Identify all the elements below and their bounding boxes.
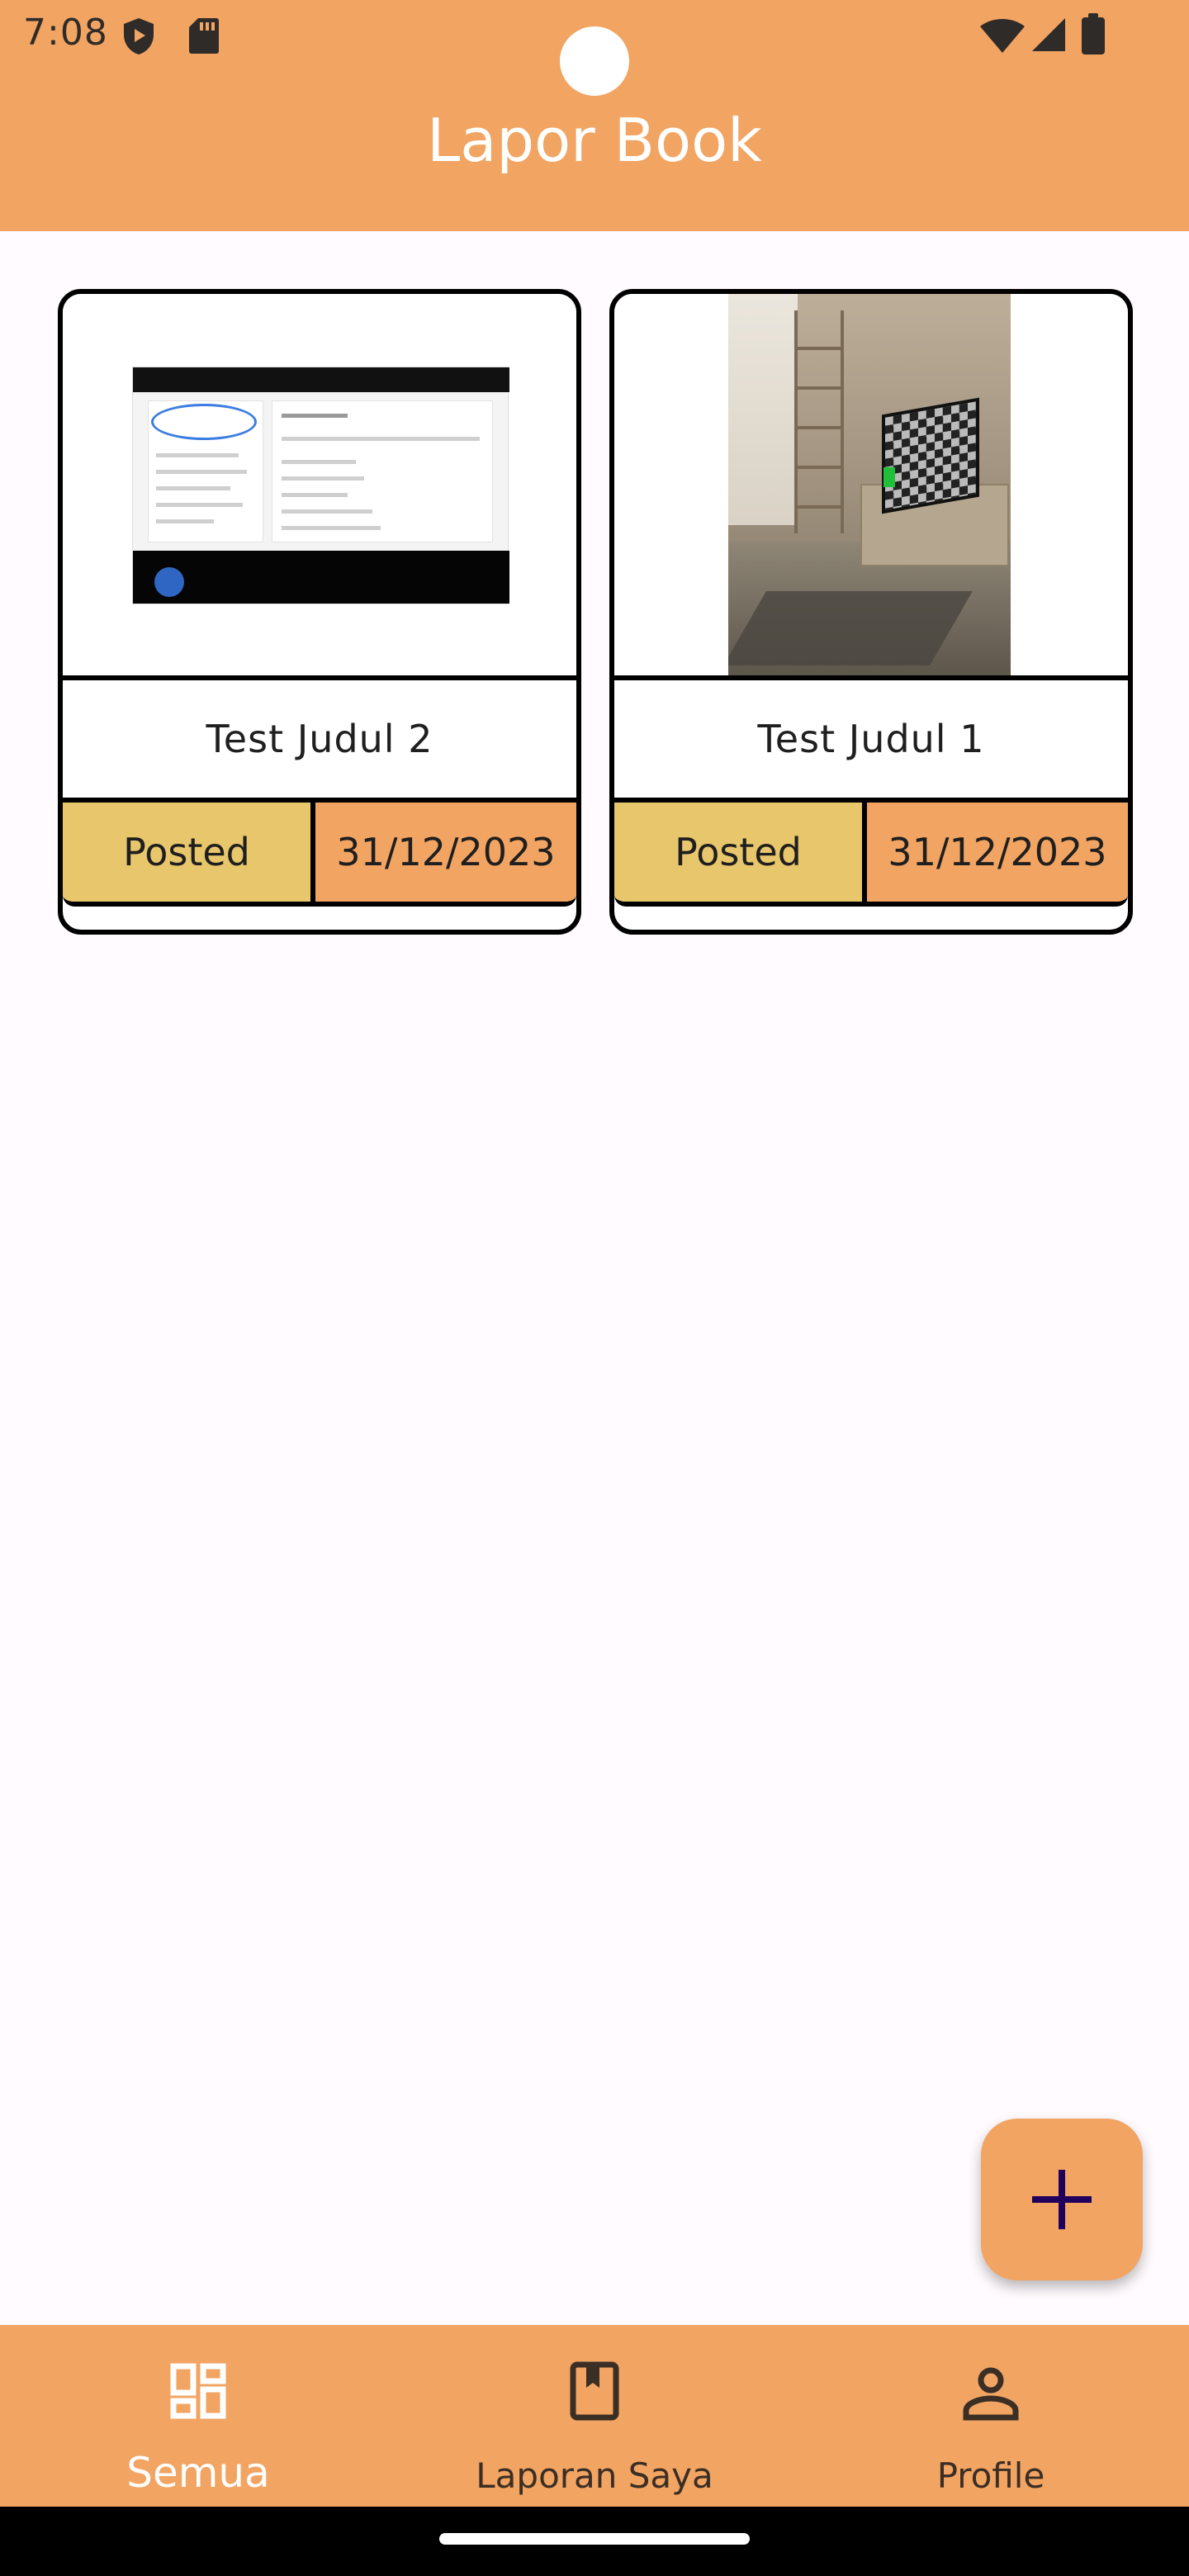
bottom-navigation: Semua Laporan Saya Profile <box>0 2325 1189 2507</box>
sd-card-icon <box>189 18 219 54</box>
report-meta-row: Posted 31/12/2023 <box>63 803 576 907</box>
nav-item-semua[interactable]: Semua <box>0 2325 396 2507</box>
report-date: 31/12/2023 <box>867 803 1128 902</box>
room-photo-thumbnail <box>728 294 1011 675</box>
dashboard-icon <box>170 2363 226 2419</box>
nav-label: Semua <box>126 2449 270 2497</box>
camera-cutout <box>560 26 629 96</box>
report-date: 31/12/2023 <box>315 803 576 902</box>
plus-icon <box>1032 2170 1092 2229</box>
wifi-icon <box>980 19 1025 53</box>
book-icon <box>570 2361 619 2421</box>
report-image <box>614 294 1128 675</box>
report-title: Test Judul 1 <box>757 717 985 761</box>
page-title: Lapor Book <box>427 106 762 175</box>
status-badge: Posted <box>614 803 867 902</box>
status-badge: Posted <box>63 803 315 902</box>
website-screenshot-thumbnail <box>132 367 509 604</box>
nav-item-profile[interactable]: Profile <box>793 2325 1189 2507</box>
app-bar: 7:08 Lapor Book <box>0 0 1189 231</box>
battery-icon <box>1082 13 1105 54</box>
nav-label: Laporan Saya <box>476 2455 713 2496</box>
signal-icon <box>1032 18 1065 51</box>
report-meta-row: Posted 31/12/2023 <box>614 803 1128 907</box>
report-card[interactable]: Test Judul 1 Posted 31/12/2023 <box>609 289 1133 935</box>
system-navigation-bar <box>0 2507 1189 2576</box>
screen: 7:08 Lapor Book Test Judul 2 Posted 31/1… <box>0 0 1189 2576</box>
shield-play-icon <box>124 18 154 54</box>
nav-item-laporan-saya[interactable]: Laporan Saya <box>396 2325 793 2507</box>
person-icon <box>963 2367 1019 2421</box>
home-gesture-handle[interactable] <box>439 2533 750 2545</box>
report-image <box>63 294 576 675</box>
report-card[interactable]: Test Judul 2 Posted 31/12/2023 <box>58 289 581 935</box>
status-time: 7:08 <box>23 12 108 54</box>
report-title: Test Judul 2 <box>206 717 433 761</box>
nav-label: Profile <box>936 2455 1045 2496</box>
add-report-button[interactable] <box>981 2119 1143 2280</box>
